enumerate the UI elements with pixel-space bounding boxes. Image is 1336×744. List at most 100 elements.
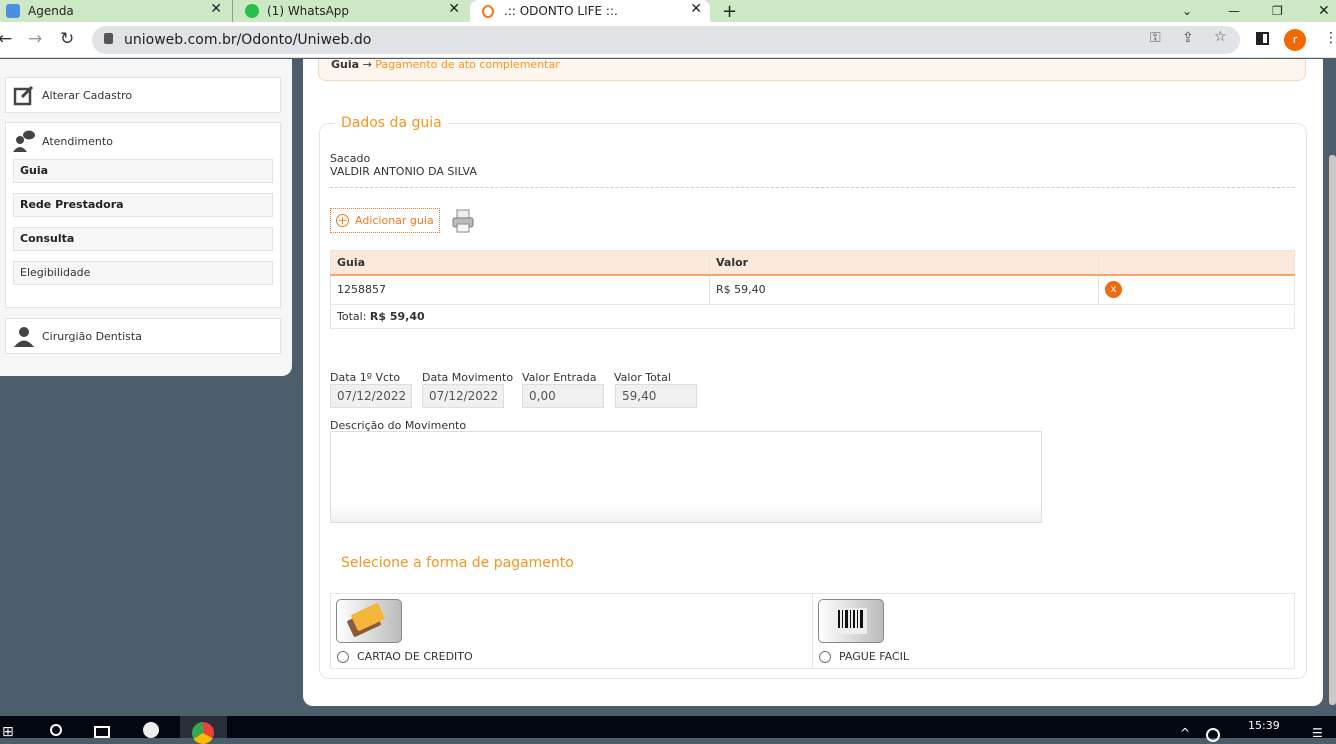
minimize-button[interactable]: — xyxy=(1228,0,1240,22)
tooth-icon xyxy=(6,4,20,18)
taskbar: ⊞ ^ 15:39 ☰ xyxy=(0,716,1336,744)
tab-label: .:: ODONTO LIFE ::. xyxy=(504,4,618,18)
address-bar-row: ← → ↻ unioweb.com.br/Odonto/Uniweb.do ⚿ … xyxy=(0,22,1336,58)
sidebar-item-alterar-cadastro[interactable]: Alterar Cadastro xyxy=(5,77,281,113)
valor-total-input[interactable]: 59,40 xyxy=(615,384,697,408)
sidebar-group-atendimento: Atendimento Guia Rede Prestadora Consult… xyxy=(5,122,281,308)
url-text: unioweb.com.br/Odonto/Uniweb.do xyxy=(124,32,372,48)
payment-option-pague-facil[interactable]: PAGUE FACIL xyxy=(813,594,1294,668)
barcode-icon xyxy=(818,599,884,643)
sidebar-item-guia[interactable]: Guia xyxy=(13,159,273,183)
sidebar-item-consulta[interactable]: Consulta xyxy=(13,227,273,251)
payment-options: CARTAO DE CREDITO PAGUE FACIL xyxy=(330,593,1295,669)
credit-card-icon xyxy=(336,599,402,643)
reload-button[interactable]: ↻ xyxy=(60,29,74,49)
network-icon[interactable] xyxy=(1206,728,1220,742)
url-input[interactable]: unioweb.com.br/Odonto/Uniweb.do ⚿ ⇪ ☆ xyxy=(92,26,1240,54)
data-movimento-input[interactable]: 07/12/2022 xyxy=(422,384,504,408)
section-title: Dados da guia xyxy=(335,115,448,131)
sidebar-label: Atendimento xyxy=(42,134,113,148)
share-icon[interactable]: ⇪ xyxy=(1182,30,1194,46)
close-tab-icon[interactable]: ✕ xyxy=(448,1,460,17)
task-view-icon[interactable] xyxy=(94,726,110,738)
close-tab-icon[interactable]: ✕ xyxy=(210,1,222,17)
print-icon[interactable] xyxy=(451,209,475,236)
cartao-label: CARTAO DE CREDITO xyxy=(357,650,473,663)
tab-label: Agenda xyxy=(28,4,74,18)
data-vencimento-input[interactable]: 07/12/2022 xyxy=(330,384,412,408)
sacado-label: Sacado xyxy=(330,152,371,165)
sidebar-label: Cirurgião Dentista xyxy=(42,329,142,343)
chrome-taskbar-button[interactable] xyxy=(180,716,227,744)
breadcrumb-root[interactable]: Guia xyxy=(331,58,359,71)
column-header-valor: Valor xyxy=(709,250,1099,276)
sidebar-item-atendimento[interactable]: Atendimento xyxy=(6,123,280,159)
sidebar-item-rede-prestadora[interactable]: Rede Prestadora xyxy=(13,193,273,217)
dados-guia-fieldset: Dados da guia Sacado VALDIR ANTONIO DA S… xyxy=(319,115,1307,679)
sidebar-label: Alterar Cadastro xyxy=(42,88,133,102)
forward-button[interactable]: → xyxy=(28,29,42,49)
breadcrumb-arrow: → xyxy=(362,58,372,71)
valor-total-label: Valor Total xyxy=(614,371,671,384)
add-guia-button[interactable]: + Adicionar guia xyxy=(330,208,440,233)
bookmark-star-icon[interactable]: ☆ xyxy=(1214,29,1227,45)
sidebar-item-elegibilidade[interactable]: Elegibilidade xyxy=(13,261,273,285)
cartao-radio[interactable] xyxy=(337,651,349,663)
cell-valor: R$ 59,40 xyxy=(709,274,1099,305)
back-button[interactable]: ← xyxy=(0,29,12,49)
close-tab-icon[interactable]: ✕ xyxy=(690,1,702,17)
add-guia-label: Adicionar guia xyxy=(355,214,434,227)
tab-whatsapp[interactable]: (1) WhatsApp ✕ xyxy=(232,0,468,22)
data-movimento-label: Data Movimento xyxy=(422,371,514,384)
plus-circle-icon: + xyxy=(336,214,349,227)
chrome-icon xyxy=(192,722,214,744)
sacado-value: VALDIR ANTONIO DA SILVA xyxy=(330,165,477,178)
valor-entrada-input[interactable]: 0,00 xyxy=(522,384,604,408)
descricao-textarea[interactable] xyxy=(330,431,1042,523)
odonto-favicon-icon xyxy=(482,4,494,18)
column-header-actions xyxy=(1098,250,1295,276)
pague-facil-label: PAGUE FACIL xyxy=(839,650,909,663)
clock[interactable]: 15:39 xyxy=(1248,719,1280,732)
total-value: R$ 59,40 xyxy=(369,310,425,323)
scrollbar[interactable] xyxy=(1329,155,1336,705)
remove-guia-button[interactable]: x xyxy=(1105,281,1122,299)
close-window-button[interactable]: ✕ xyxy=(1318,0,1330,22)
search-icon[interactable] xyxy=(50,724,62,736)
table-total-row: Total: R$ 59,40 xyxy=(330,304,1295,329)
key-icon[interactable]: ⚿ xyxy=(1150,30,1161,46)
cell-guia: 1258857 xyxy=(330,274,710,305)
new-tab-button[interactable]: + xyxy=(722,0,737,22)
sidebar-item-cirurgiao-dentista[interactable]: Cirurgião Dentista xyxy=(5,318,281,354)
breadcrumb-current: Pagamento de ato complementar xyxy=(375,58,560,71)
guia-table: Guia Valor 1258857 R$ 59,40 x Total: R$ … xyxy=(330,250,1295,329)
user-chat-icon xyxy=(12,129,36,153)
tab-odonto-life[interactable]: .:: ODONTO LIFE ::. ✕ xyxy=(470,0,710,22)
column-header-guia: Guia xyxy=(330,250,710,276)
dentist-user-icon xyxy=(12,324,36,348)
total-label: Total: xyxy=(337,310,367,323)
profile-avatar[interactable]: r xyxy=(1284,29,1306,51)
breadcrumb: Guia → Pagamento de ato complementar xyxy=(318,59,1306,81)
browser-tab-bar: Agenda ✕ (1) WhatsApp ✕ .:: ODONTO LIFE … xyxy=(0,0,1336,22)
table-header: Guia Valor xyxy=(330,250,1295,276)
tab-agenda[interactable]: Agenda ✕ xyxy=(0,0,230,22)
tab-search-icon[interactable]: ⌄ xyxy=(1182,0,1192,22)
whatsapp-icon xyxy=(245,4,259,18)
table-row: 1258857 R$ 59,40 x xyxy=(330,274,1295,305)
data-vencimento-label: Data 1º Vcto xyxy=(330,371,401,384)
valor-entrada-label: Valor Entrada xyxy=(522,371,597,384)
sidebar: Alterar Cadastro Atendimento Guia Rede P… xyxy=(0,59,292,376)
divider xyxy=(330,187,1295,188)
menu-kebab-icon[interactable]: ⋮ xyxy=(1324,30,1336,46)
payment-option-cartao[interactable]: CARTAO DE CREDITO xyxy=(331,594,813,668)
edit-icon xyxy=(12,83,36,107)
lock-icon xyxy=(104,33,113,44)
payment-section-title: Selecione a forma de pagamento xyxy=(335,555,580,571)
tab-label: (1) WhatsApp xyxy=(267,4,350,18)
restore-button[interactable]: ❐ xyxy=(1272,0,1283,22)
side-panel-icon[interactable] xyxy=(1256,32,1269,45)
app-icon[interactable] xyxy=(143,722,159,738)
pague-facil-radio[interactable] xyxy=(819,651,831,663)
main-content: Guia → Pagamento de ato complementar Dad… xyxy=(303,59,1323,706)
